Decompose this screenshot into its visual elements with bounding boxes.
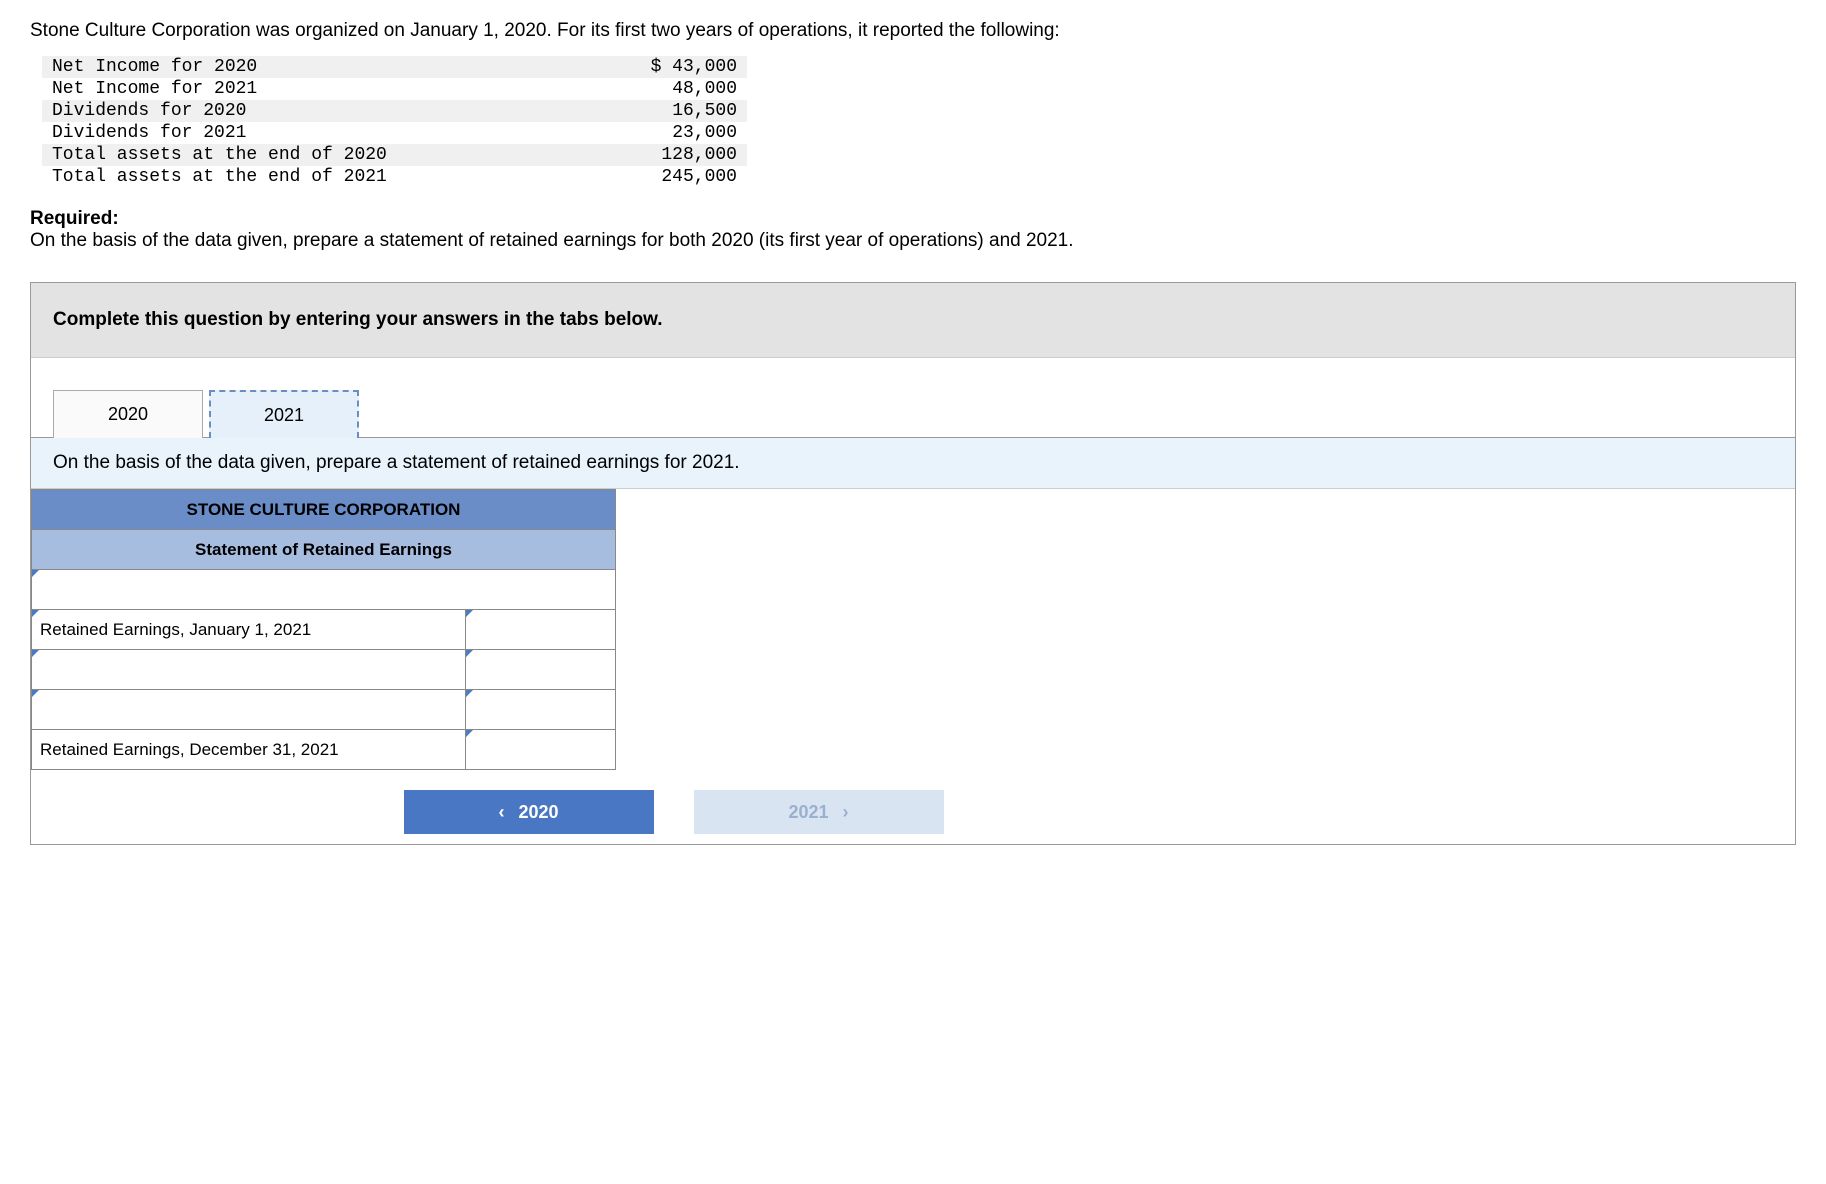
statement-title: Statement of Retained Earnings <box>32 530 616 570</box>
nav-buttons: ‹ 2020 2021 › <box>381 770 966 844</box>
worksheet: STONE CULTURE CORPORATION Statement of R… <box>31 489 1795 770</box>
instruction-bar: Complete this question by entering your … <box>31 283 1795 358</box>
data-value: 245,000 <box>632 166 747 188</box>
required-block: Required: On the basis of the data given… <box>30 208 1796 252</box>
end-balance-label: Retained Earnings, December 31, 2021 <box>32 730 466 770</box>
chevron-right-icon: › <box>843 802 849 823</box>
end-balance-input[interactable] <box>466 730 616 770</box>
date-row-input[interactable] <box>32 570 616 610</box>
company-name-header: STONE CULTURE CORPORATION <box>32 490 616 530</box>
begin-balance-label[interactable]: Retained Earnings, January 1, 2021 <box>32 610 466 650</box>
data-value: 16,500 <box>632 100 747 122</box>
answer-area: Complete this question by entering your … <box>30 282 1796 845</box>
data-label: Net Income for 2020 <box>42 56 632 78</box>
given-data-table: Net Income for 2020 $ 43,000 Net Income … <box>42 56 747 188</box>
data-label: Dividends for 2020 <box>42 100 632 122</box>
line-item-label[interactable] <box>32 690 466 730</box>
table-row: Dividends for 2020 16,500 <box>42 100 747 122</box>
next-button[interactable]: 2021 › <box>694 790 944 834</box>
tab-instruction: On the basis of the data given, prepare … <box>31 438 1795 489</box>
table-row: Total assets at the end of 2020 128,000 <box>42 144 747 166</box>
tab-2020[interactable]: 2020 <box>53 390 203 438</box>
data-label: Dividends for 2021 <box>42 122 632 144</box>
data-value: $ 43,000 <box>632 56 747 78</box>
table-row: Net Income for 2020 $ 43,000 <box>42 56 747 78</box>
data-value: 128,000 <box>632 144 747 166</box>
data-label: Total assets at the end of 2020 <box>42 144 632 166</box>
table-row: Net Income for 2021 48,000 <box>42 78 747 100</box>
data-value: 23,000 <box>632 122 747 144</box>
tabs-row: 2020 2021 <box>31 358 1795 438</box>
tab-2021[interactable]: 2021 <box>209 390 359 438</box>
line-item-input[interactable] <box>466 650 616 690</box>
data-label: Net Income for 2021 <box>42 78 632 100</box>
begin-balance-input[interactable] <box>466 610 616 650</box>
line-item-label[interactable] <box>32 650 466 690</box>
required-text: On the basis of the data given, prepare … <box>30 230 1074 251</box>
data-label: Total assets at the end of 2021 <box>42 166 632 188</box>
next-label: 2021 <box>788 802 828 823</box>
intro-text: Stone Culture Corporation was organized … <box>30 20 1796 42</box>
line-item-input[interactable] <box>466 690 616 730</box>
table-row: Total assets at the end of 2021 245,000 <box>42 166 747 188</box>
prev-button[interactable]: ‹ 2020 <box>404 790 654 834</box>
table-row: Dividends for 2021 23,000 <box>42 122 747 144</box>
prev-label: 2020 <box>518 802 558 823</box>
data-value: 48,000 <box>632 78 747 100</box>
required-label: Required: <box>30 208 119 229</box>
chevron-left-icon: ‹ <box>498 802 504 823</box>
